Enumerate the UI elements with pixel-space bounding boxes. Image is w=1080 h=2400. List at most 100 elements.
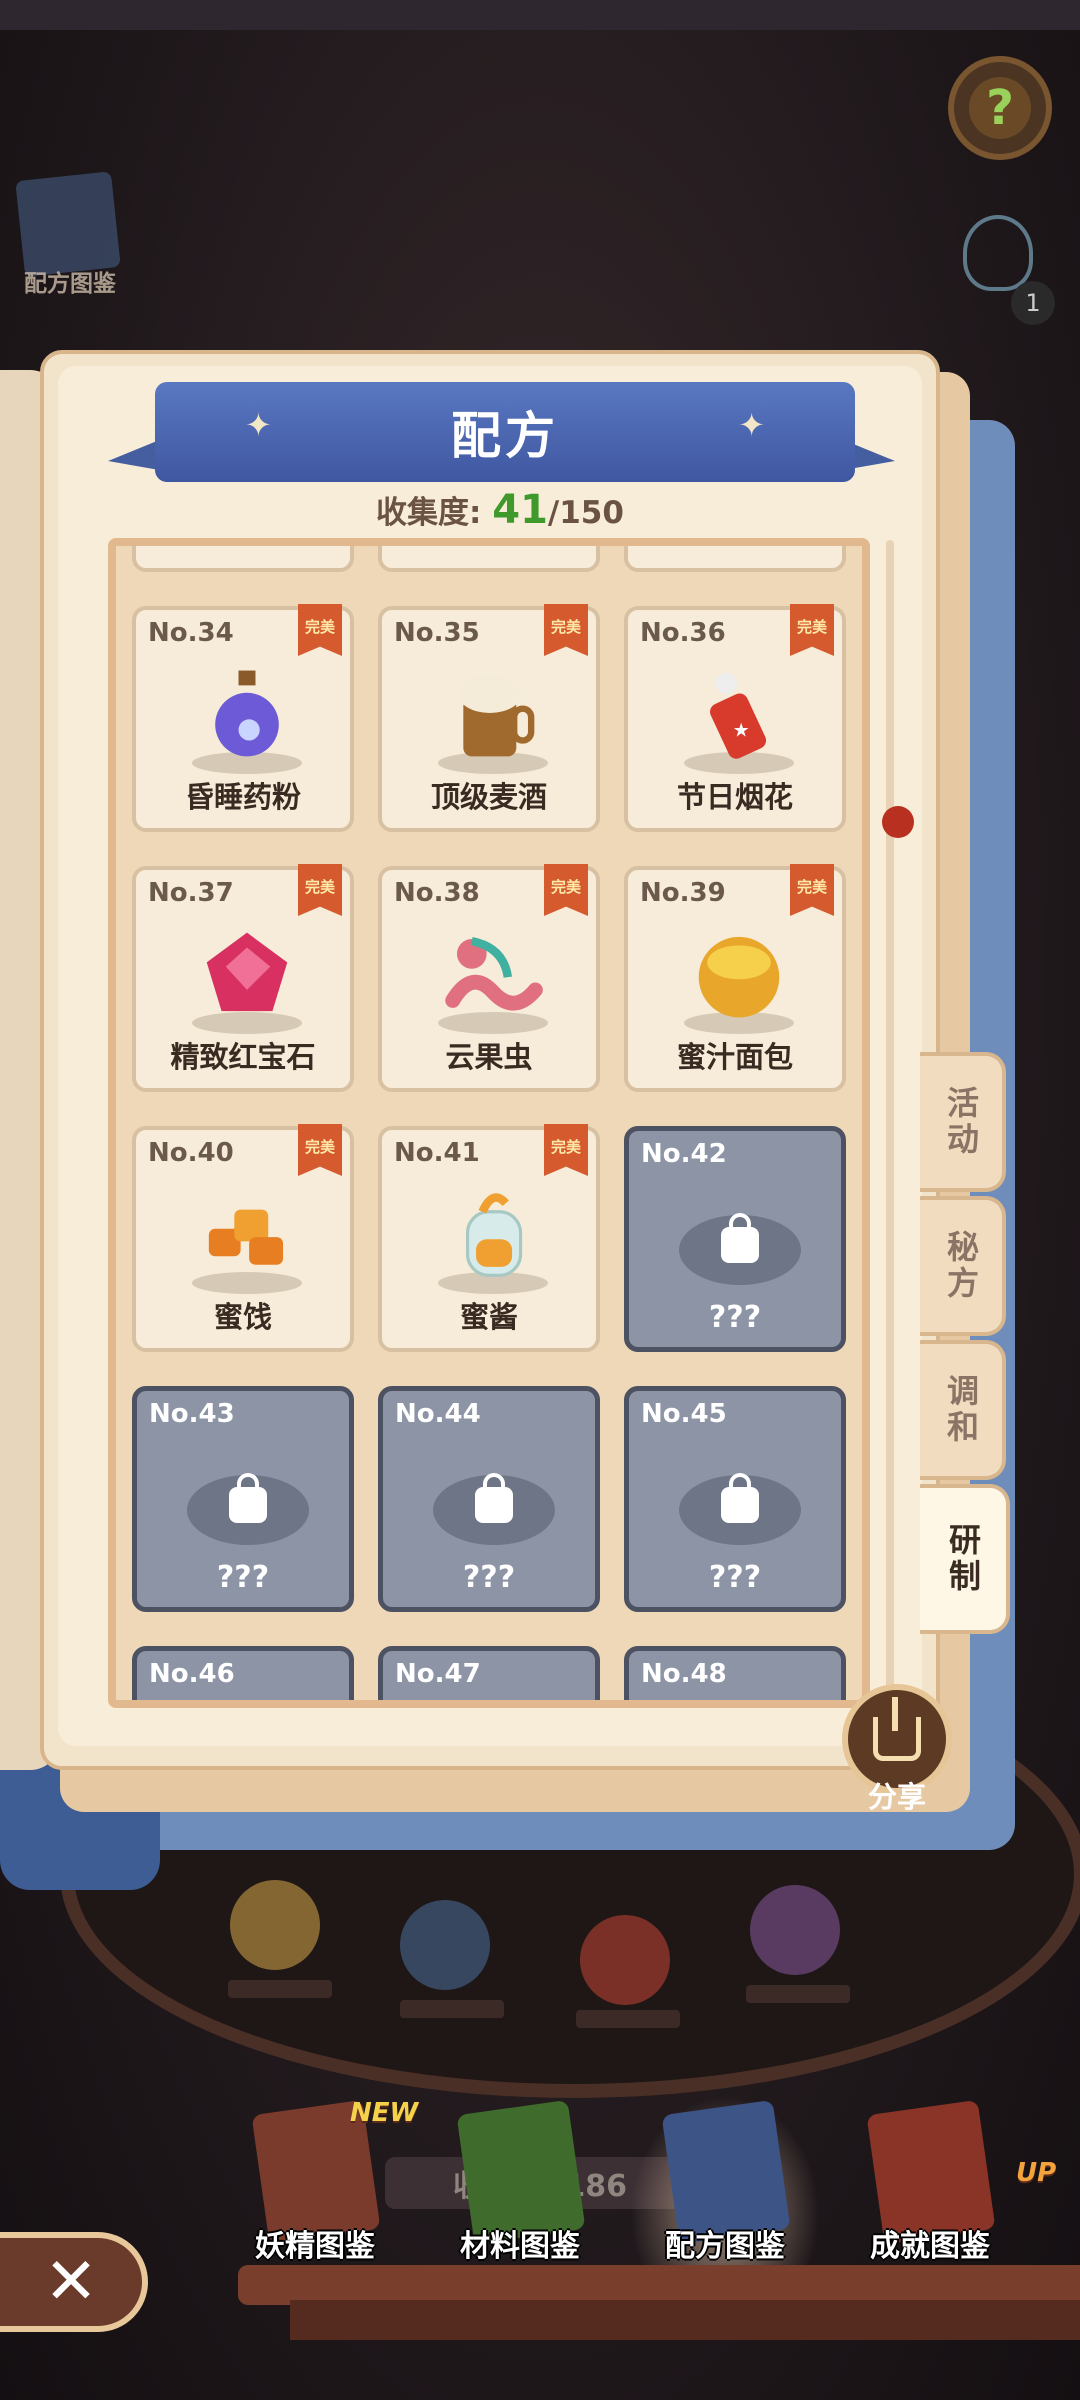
bottom-shelf-base [290, 2300, 1080, 2340]
lock-icon [721, 1213, 759, 1263]
nav-label: 成就图鉴 [870, 2229, 990, 2264]
honey-jar-icon [440, 1186, 546, 1282]
ruby-icon [194, 926, 300, 1022]
hint-button[interactable]: 1 [955, 215, 1055, 325]
pedestal [400, 2000, 504, 2018]
star-icon: ✦ [738, 406, 765, 444]
recipe-card-locked[interactable]: No.42??? [624, 1126, 846, 1352]
recipe-grid[interactable]: No.34 完美 昏睡药粉 No.35 完美 顶级麦酒 No.36 ★ 完美 节日烟花 No.37 完… [108, 538, 870, 1708]
help-button[interactable]: ? [948, 56, 1052, 160]
recipe-card-locked[interactable]: No.44??? [378, 1386, 600, 1612]
recipe-number: No.38 [394, 878, 480, 908]
background-yellow-flower [230, 1880, 320, 1970]
progress-current: 41 [492, 487, 548, 533]
book-icon [15, 171, 121, 277]
recipe-name: 精致红宝石 [170, 1040, 316, 1074]
recipe-number: No.48 [641, 1659, 727, 1689]
tab-secret-recipe[interactable]: 秘方 [920, 1196, 1006, 1336]
recipe-name: 顶级麦酒 [430, 780, 547, 814]
pedestal [576, 2010, 680, 2028]
tab-activity[interactable]: 活动 [920, 1052, 1006, 1192]
recipe-card-locked[interactable]: No.47 [378, 1646, 600, 1700]
bottom-shelf [238, 2265, 1080, 2305]
recipe-card[interactable]: No.35 完美 顶级麦酒 [378, 604, 600, 832]
recipe-name: 蜜饯 [213, 1300, 272, 1334]
recipe-name: ??? [708, 1560, 762, 1595]
close-icon: ✕ [44, 2245, 98, 2319]
recipe-name: ??? [708, 1300, 762, 1335]
nav-label: 材料图鉴 [460, 2229, 580, 2264]
beer-mug-icon [440, 666, 546, 762]
recipe-number: No.37 [148, 878, 234, 908]
perfect-badge: 完美 [544, 1124, 588, 1176]
title-ribbon: ✦ 配方 ✦ [155, 382, 855, 482]
progress-total: /150 [547, 495, 624, 531]
recipe-name: 节日烟花 [676, 780, 793, 814]
recipe-card[interactable]: No.37 完美精致红宝石 [132, 864, 354, 1092]
worm-icon [440, 926, 546, 1022]
page-title: 配方 [451, 407, 559, 465]
recipe-card-partial[interactable] [132, 546, 354, 572]
recipe-number: No.34 [148, 618, 234, 648]
perfect-badge: 完美 [790, 604, 834, 656]
recipe-number: No.45 [641, 1399, 727, 1429]
tab-research[interactable]: 研制 [920, 1484, 1010, 1634]
recipe-name: 蜜汁面包 [676, 1040, 793, 1074]
recipe-name: 蜜酱 [459, 1300, 518, 1334]
recipe-card-locked[interactable]: No.46 [132, 1646, 354, 1700]
recipe-number: No.41 [394, 1138, 480, 1168]
grid-scrollbar[interactable] [886, 540, 894, 1700]
purple-potion-icon [194, 666, 300, 762]
progress-label: 收集度: [376, 495, 482, 531]
recipe-card-partial[interactable] [378, 546, 600, 572]
share-icon [873, 1697, 921, 1761]
nav-achievement-codex[interactable]: 成就图鉴 [835, 2095, 1025, 2265]
hint-count: 1 [1011, 281, 1055, 325]
candied-fruit-icon [194, 1186, 300, 1282]
nav-material-codex[interactable]: 材料图鉴 [425, 2095, 615, 2265]
recipe-name: 云果虫 [445, 1040, 533, 1074]
ladybug-scroll-thumb[interactable] [882, 806, 914, 838]
recipe-number: No.44 [395, 1399, 481, 1429]
recipe-card[interactable]: No.40 完美 蜜饯 [132, 1124, 354, 1352]
recipe-card[interactable]: No.41 完美蜜酱 [378, 1124, 600, 1352]
recipe-name: ??? [462, 1560, 516, 1595]
recipe-card[interactable]: No.36 ★ 完美 节日烟花 [624, 604, 846, 832]
recipe-book-shortcut[interactable]: 配方图鉴 [10, 170, 130, 300]
nav-label: 妖精图鉴 [255, 2229, 375, 2264]
question-icon: ? [969, 77, 1031, 139]
up-badge: UP [1016, 2158, 1057, 2188]
star-icon: ✦ [245, 406, 272, 444]
recipe-name: 昏睡药粉 [184, 780, 301, 814]
recipe-grid-content: No.34 完美 昏睡药粉 No.35 完美 顶级麦酒 No.36 ★ 完美 节日烟花 No.37 完… [116, 546, 862, 1700]
perfect-badge: 完美 [544, 864, 588, 916]
perfect-badge: 完美 [298, 864, 342, 916]
recipe-number: No.46 [149, 1659, 235, 1689]
recipe-book-shortcut-label: 配方图鉴 [24, 271, 116, 297]
honey-bread-icon [686, 926, 792, 1022]
lock-icon [229, 1473, 267, 1523]
perfect-badge: 完美 [298, 604, 342, 656]
perfect-badge: 完美 [544, 604, 588, 656]
collection-progress: 收集度: 41/150 [0, 487, 1000, 533]
perfect-badge: 完美 [298, 1124, 342, 1176]
recipe-card-locked[interactable]: No.43??? [132, 1386, 354, 1612]
recipe-card-partial[interactable] [624, 546, 846, 572]
tab-blend[interactable]: 调和 [920, 1340, 1006, 1480]
recipe-number: No.43 [149, 1399, 235, 1429]
recipe-card[interactable]: No.39 完美 蜜汁面包 [624, 864, 846, 1092]
recipe-card[interactable]: No.34 完美昏睡药粉 [132, 604, 354, 832]
recipe-card[interactable]: No.38 完美云果虫 [378, 864, 600, 1092]
recipe-card-locked[interactable]: No.45??? [624, 1386, 846, 1612]
recipe-card-locked[interactable]: No.48 [624, 1646, 846, 1700]
perfect-badge: 完美 [790, 864, 834, 916]
background-tomato [580, 1915, 670, 2005]
background-purple-flower [750, 1885, 840, 1975]
recipe-name: ??? [216, 1560, 270, 1595]
close-button[interactable]: ✕ [0, 2232, 148, 2332]
nav-label: 配方图鉴 [665, 2229, 785, 2264]
new-badge: NEW [350, 2098, 419, 2128]
recipe-number: No.47 [395, 1659, 481, 1689]
lightbulb-icon [963, 215, 1033, 291]
nav-recipe-codex[interactable]: 配方图鉴 [630, 2095, 820, 2265]
